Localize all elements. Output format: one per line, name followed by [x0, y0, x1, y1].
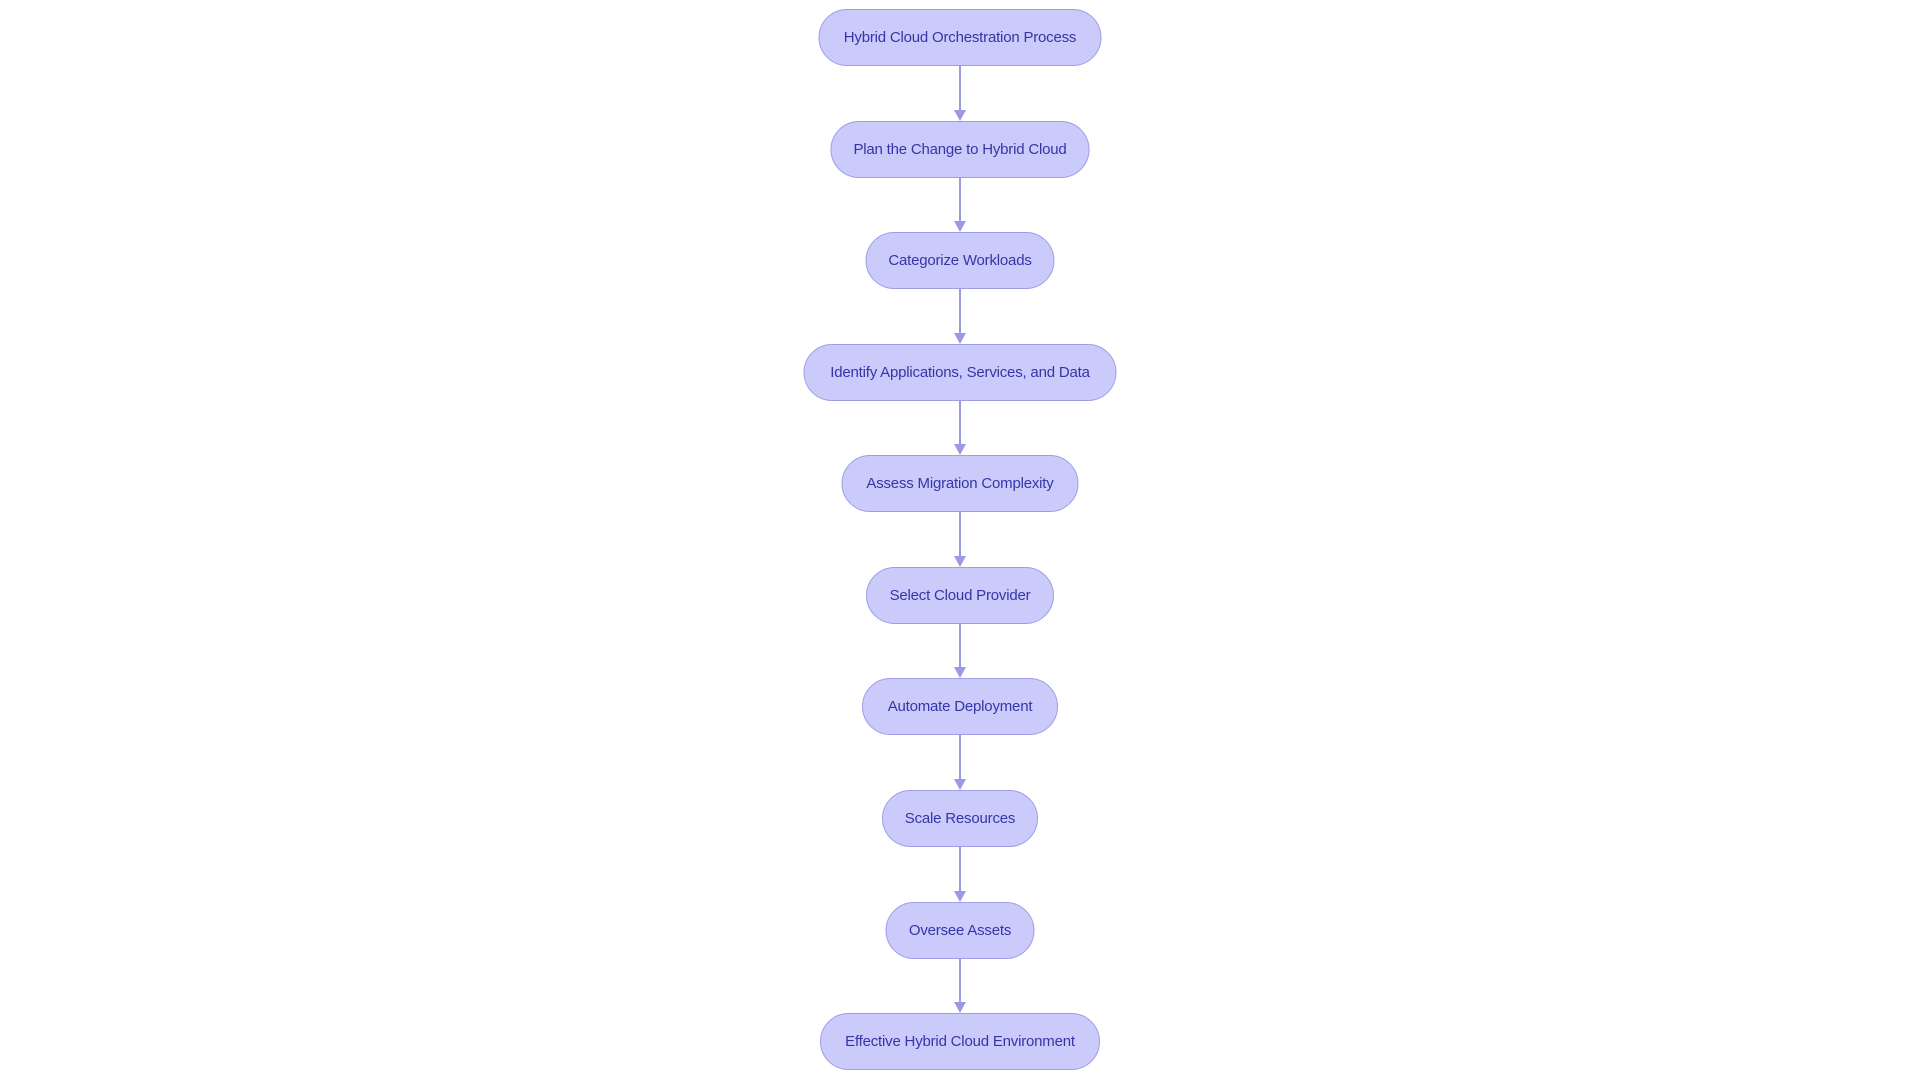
node-automate-deployment: Automate Deployment	[862, 678, 1058, 735]
node-label: Oversee Assets	[908, 922, 1012, 939]
node-label: Effective Hybrid Cloud Environment	[845, 1033, 1075, 1050]
node-scale-resources: Scale Resources	[882, 790, 1038, 847]
edge-line-7-8	[959, 735, 961, 780]
node-effective-hybrid-cloud-environment: Effective Hybrid Cloud Environment	[820, 1013, 1100, 1070]
edge-line-3-4	[959, 289, 961, 334]
node-label: Plan the Change to Hybrid Cloud	[853, 141, 1067, 158]
node-select-cloud-provider: Select Cloud Provider	[866, 567, 1054, 624]
edge-line-6-7	[959, 624, 961, 668]
node-categorize-workloads: Categorize Workloads	[865, 232, 1055, 289]
node-label: Categorize Workloads	[888, 252, 1032, 269]
node-assess-migration-complexity: Assess Migration Complexity	[841, 455, 1079, 512]
arrowhead-icon	[954, 444, 966, 455]
node-label: Automate Deployment	[887, 698, 1033, 715]
node-label: Hybrid Cloud Orchestration Process	[843, 29, 1077, 46]
arrowhead-icon	[954, 891, 966, 902]
edge-line-2-3	[959, 178, 961, 222]
edge-line-9-10	[959, 959, 961, 1003]
node-label: Identify Applications, Services, and Dat…	[830, 364, 1090, 381]
arrowhead-icon	[954, 333, 966, 344]
arrowhead-icon	[954, 779, 966, 790]
flowchart: Hybrid Cloud Orchestration Process Plan …	[0, 0, 1920, 1080]
arrowhead-icon	[954, 667, 966, 678]
node-label: Scale Resources	[904, 810, 1016, 827]
arrowhead-icon	[954, 556, 966, 567]
node-oversee-assets: Oversee Assets	[885, 902, 1035, 959]
node-identify-applications: Identify Applications, Services, and Dat…	[803, 344, 1117, 401]
edge-line-5-6	[959, 512, 961, 557]
edge-line-1-2	[959, 66, 961, 111]
edge-line-4-5	[959, 401, 961, 445]
node-label: Select Cloud Provider	[889, 587, 1031, 604]
node-label: Assess Migration Complexity	[866, 475, 1054, 492]
node-hybrid-cloud-orchestration-process: Hybrid Cloud Orchestration Process	[818, 9, 1102, 66]
arrowhead-icon	[954, 1002, 966, 1013]
arrowhead-icon	[954, 110, 966, 121]
edge-line-8-9	[959, 847, 961, 892]
arrowhead-icon	[954, 221, 966, 232]
node-plan-the-change: Plan the Change to Hybrid Cloud	[830, 121, 1090, 178]
